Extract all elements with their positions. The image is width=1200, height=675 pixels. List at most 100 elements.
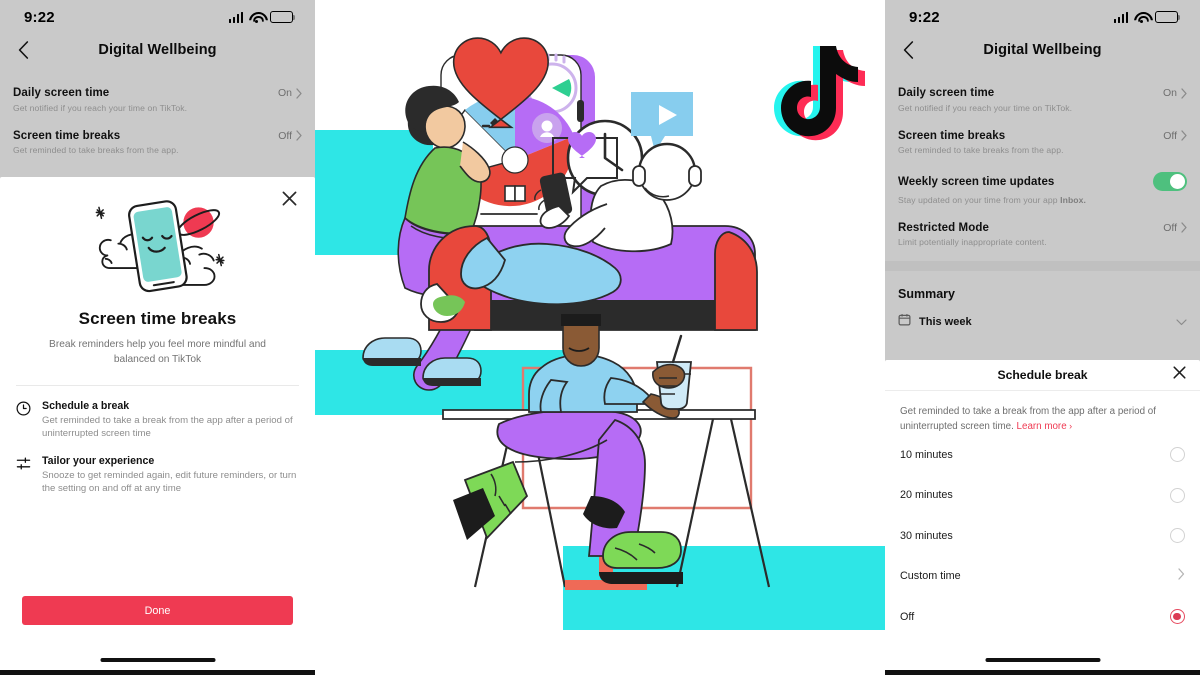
- chevron-down-icon: [1176, 313, 1187, 331]
- radio-button[interactable]: [1170, 447, 1185, 463]
- chevron-right-icon: [296, 87, 302, 99]
- done-button[interactable]: Done: [22, 596, 293, 625]
- home-indicator: [100, 657, 215, 662]
- sheet-title: Schedule break: [997, 368, 1088, 382]
- setting-title: Daily screen time: [13, 87, 110, 99]
- option-label: Off: [900, 610, 915, 623]
- chevron-right-icon: [1178, 567, 1185, 585]
- chevron-right-icon: ›: [1066, 420, 1073, 431]
- setting-subtitle: Get notified if you reach your time on T…: [898, 102, 1073, 113]
- feature-title: Tailor your experience: [42, 454, 155, 467]
- calendar-icon: [898, 313, 911, 331]
- radio-button[interactable]: [1170, 528, 1185, 544]
- setting-subtitle: Get notified if you reach your time on T…: [13, 102, 188, 113]
- right-settings-list: Daily screen time On Get notified if you…: [885, 66, 1200, 331]
- chevron-right-icon: [1181, 130, 1187, 141]
- schedule-break-description: Get reminded to take a break from the ap…: [885, 391, 1200, 434]
- option-label: 20 minutes: [900, 489, 953, 502]
- setting-row-screen-time-breaks[interactable]: Screen time breaks Off Get reminded to t…: [0, 121, 315, 164]
- setting-title: Daily screen time: [898, 87, 995, 99]
- sleeping-phone-clouds-illustration: [95, 200, 225, 293]
- setting-value: Off: [1163, 129, 1177, 142]
- setting-row-screen-time-breaks[interactable]: Screen time breaks Off Get reminded to t…: [885, 121, 1200, 164]
- weekly-updates-toggle[interactable]: [1153, 172, 1187, 191]
- feature-schedule-a-break: Schedule a break Get reminded to take a …: [0, 386, 315, 441]
- chevron-left-icon[interactable]: [897, 39, 919, 61]
- setting-title: Screen time breaks: [898, 129, 1006, 142]
- page-title: Digital Wellbeing: [983, 42, 1102, 58]
- feature-desc: Snooze to get reminded again, edit futur…: [42, 469, 297, 495]
- setting-row-weekly-screen-time-updates[interactable]: Weekly screen time updates Stay updated …: [885, 163, 1200, 213]
- modal-title: Screen time breaks: [78, 309, 237, 328]
- schedule-break-sheet: Schedule break Get reminded to take a br…: [885, 360, 1200, 675]
- option-label: 10 minutes: [900, 448, 953, 461]
- close-icon[interactable]: [279, 188, 299, 208]
- setting-title: Screen time breaks: [13, 129, 121, 142]
- bottom-bezel: [885, 670, 1200, 675]
- setting-row-daily-screen-time[interactable]: Daily screen time On Get notified if you…: [0, 78, 315, 121]
- option-10-minutes[interactable]: 10 minutes: [885, 434, 1200, 475]
- setting-value: Off: [278, 129, 292, 142]
- sliders-icon: [16, 455, 33, 496]
- setting-subtitle: Get reminded to take breaks from the app…: [13, 145, 179, 155]
- schedule-break-header: Schedule break: [885, 360, 1200, 391]
- setting-subtitle-emphasis: Inbox.: [1060, 194, 1087, 205]
- left-phone-screen: 9:22 Digital Wellbeing Daily screen time…: [0, 0, 315, 675]
- section-divider: [885, 261, 1200, 271]
- home-indicator: [985, 657, 1100, 662]
- summary-row-this-week[interactable]: This week: [885, 301, 1200, 331]
- setting-title: Restricted Mode: [898, 221, 989, 234]
- modal-subtitle: Break reminders help you feel more mindf…: [49, 339, 266, 365]
- battery-icon: [1155, 11, 1181, 23]
- bottom-bezel: [0, 670, 315, 675]
- setting-subtitle: Stay updated on your time from your app …: [898, 195, 1187, 205]
- cellular-bars-icon: [228, 11, 243, 23]
- setting-subtitle: Get reminded to take breaks from the app…: [898, 145, 1064, 155]
- option-label: 30 minutes: [900, 529, 953, 542]
- chevron-left-icon[interactable]: [12, 39, 34, 61]
- status-time: 9:22: [909, 8, 940, 26]
- page-title: Digital Wellbeing: [98, 42, 217, 58]
- setting-subtitle-text: Stay updated on your time from your app: [898, 194, 1061, 205]
- right-status-bar: 9:22: [885, 0, 1200, 34]
- status-icons: [228, 11, 296, 23]
- chevron-right-icon: [1181, 222, 1187, 233]
- screenshot-stage: 9:22 Digital Wellbeing Daily screen time…: [0, 0, 1200, 675]
- wifi-icon: [249, 12, 264, 23]
- cellular-bars-icon: [1113, 11, 1128, 23]
- setting-row-restricted-mode[interactable]: Restricted Mode Off Limit potentially in…: [885, 213, 1200, 256]
- chevron-right-icon: [296, 130, 302, 141]
- feature-desc: Get reminded to take a break from the ap…: [42, 414, 293, 440]
- option-30-minutes[interactable]: 30 minutes: [885, 515, 1200, 556]
- option-custom-time[interactable]: Custom time: [885, 556, 1200, 597]
- summary-heading: Summary: [898, 287, 955, 301]
- setting-subtitle: Limit potentially inappropriate content.: [898, 237, 1047, 247]
- screen-time-breaks-modal: Screen time breaks Break reminders help …: [0, 177, 315, 675]
- setting-title: Weekly screen time updates: [898, 175, 1055, 188]
- learn-more-link[interactable]: Learn more ›: [1017, 421, 1073, 432]
- tiktok-digital-wellbeing-illustration: [315, 0, 885, 675]
- battery-icon: [270, 11, 296, 23]
- close-icon[interactable]: [1173, 366, 1186, 384]
- feature-tailor-your-experience: Tailor your experience Snooze to get rem…: [0, 441, 315, 496]
- option-off[interactable]: Off: [885, 596, 1200, 637]
- left-settings-list: Daily screen time On Get notified if you…: [0, 66, 315, 163]
- radio-button-selected[interactable]: [1170, 609, 1185, 625]
- setting-row-daily-screen-time[interactable]: Daily screen time On Get notified if you…: [885, 78, 1200, 121]
- learn-more-label: Learn more: [1016, 420, 1067, 432]
- chevron-right-icon: [1181, 87, 1187, 99]
- option-20-minutes[interactable]: 20 minutes: [885, 475, 1200, 516]
- radio-button[interactable]: [1170, 487, 1185, 503]
- setting-value: Off: [1163, 221, 1177, 234]
- option-label: Custom time: [900, 570, 961, 583]
- status-time: 9:22: [24, 8, 55, 26]
- status-icons: [1113, 11, 1181, 23]
- left-status-bar: 9:22: [0, 0, 315, 34]
- right-phone-screen: 9:22 Digital Wellbeing Daily screen time…: [885, 0, 1200, 675]
- right-nav-bar: Digital Wellbeing: [885, 34, 1200, 66]
- clock-icon: [16, 400, 33, 441]
- setting-value: On: [1162, 87, 1177, 99]
- center-illustration-panel: [315, 0, 885, 675]
- feature-title: Schedule a break: [42, 399, 130, 412]
- setting-value: On: [277, 87, 292, 99]
